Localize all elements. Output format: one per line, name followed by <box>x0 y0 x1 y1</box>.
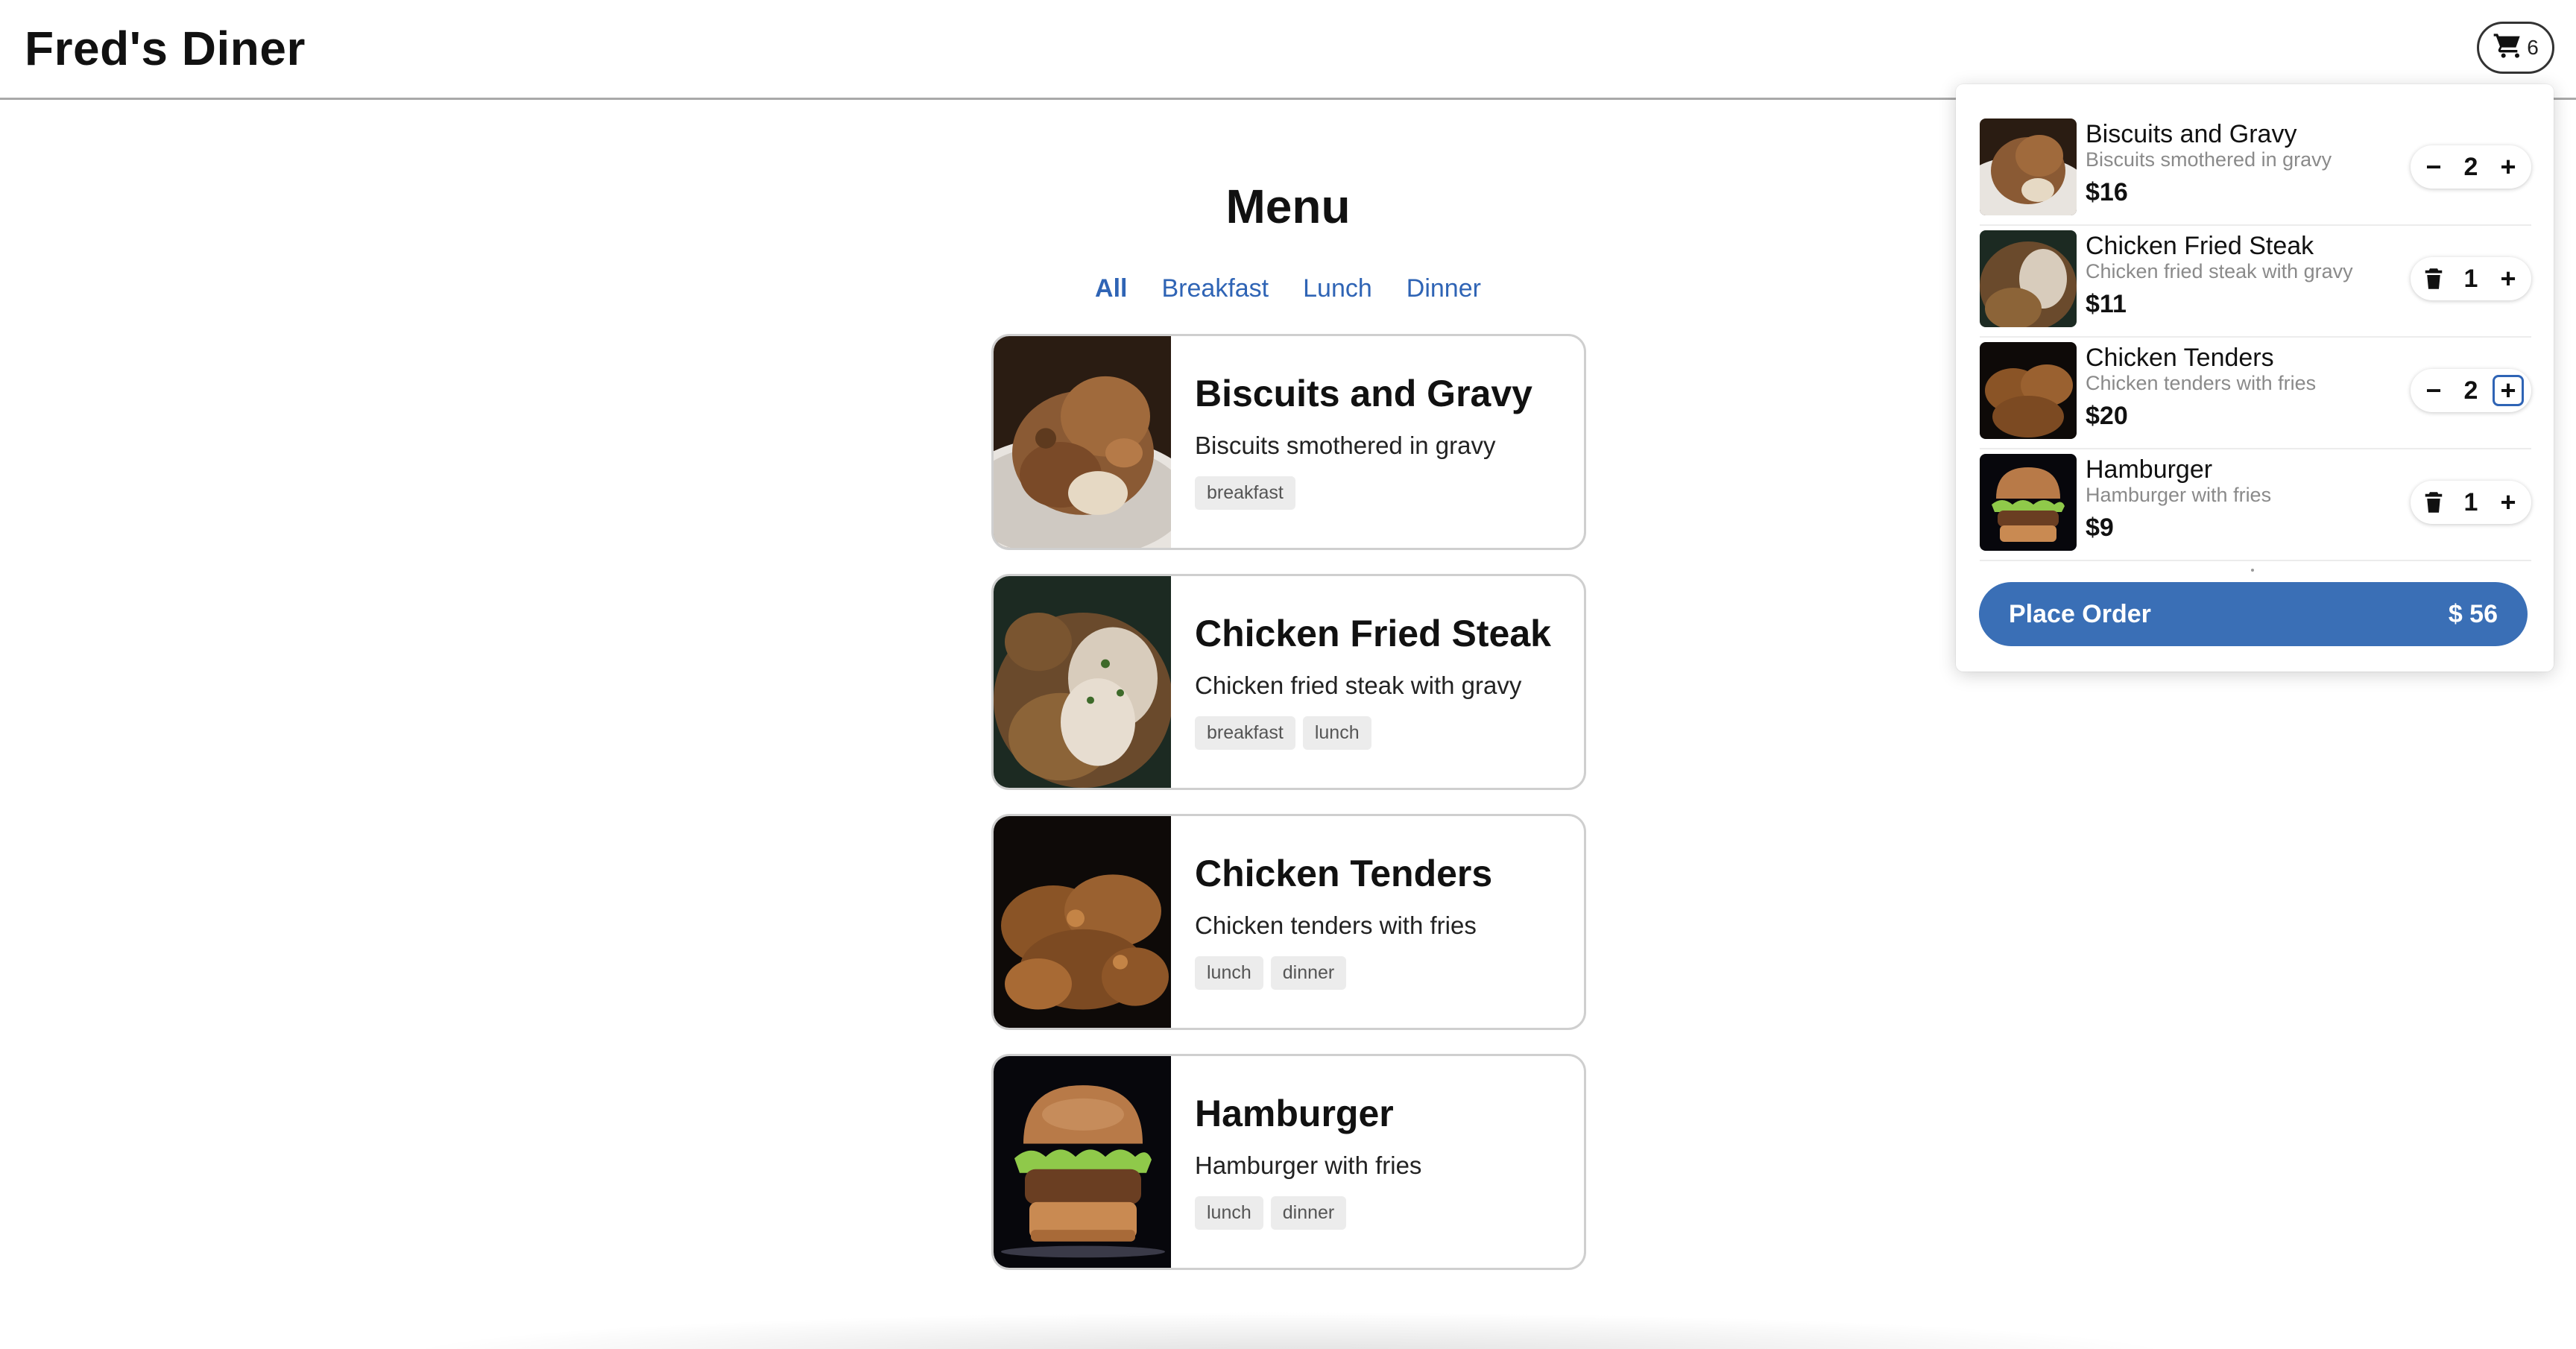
cart-item-chicken-tenders: Chicken Tenders Chicken tenders with fri… <box>1980 338 2531 449</box>
menu-list: Biscuits and Gravy Biscuits smothered in… <box>991 334 1586 1294</box>
cart-item-name: Hamburger <box>2086 455 2213 484</box>
menu-card-chicken-fried-steak[interactable]: Chicken Fried Steak Chicken fried steak … <box>991 574 1586 790</box>
card-description: Chicken fried steak with gravy <box>1195 672 1522 699</box>
hamburger-thumb <box>1980 454 2077 551</box>
card-title: Hamburger <box>1195 1093 1394 1134</box>
cart-item-price: $9 <box>2086 514 2114 542</box>
bottom-shadow <box>388 1312 2191 1349</box>
tag-lunch: lunch <box>1195 1196 1263 1230</box>
card-description: Hamburger with fries <box>1195 1151 1422 1179</box>
hamburger-photo <box>994 1056 1171 1268</box>
menu-card-chicken-tenders[interactable]: Chicken Tenders Chicken tenders with fri… <box>991 814 1586 1030</box>
quantity-stepper: − 2 + <box>2411 369 2531 412</box>
cart-count-badge: 6 <box>2527 36 2539 59</box>
quantity-value: 2 <box>2463 376 2478 405</box>
cart-item-name: Biscuits and Gravy <box>2086 120 2297 148</box>
cart-item-description: Hamburger with fries <box>2086 484 2272 506</box>
filter-lunch[interactable]: Lunch <box>1303 274 1372 303</box>
cart-item-description: Chicken fried steak with gravy <box>2086 260 2353 282</box>
biscuits-and-gravy-thumb <box>1980 119 2077 215</box>
plus-icon[interactable]: + <box>2493 151 2524 183</box>
filter-breakfast[interactable]: Breakfast <box>1162 274 1269 303</box>
cart-item-description: Chicken tenders with fries <box>2086 372 2317 394</box>
menu-card-hamburger[interactable]: Hamburger Hamburger with fries lunch din… <box>991 1054 1586 1270</box>
plus-icon[interactable]: + <box>2493 263 2524 294</box>
order-total: $ 56 <box>2448 599 2498 628</box>
quantity-stepper: 1 + <box>2411 257 2531 300</box>
brand-title: Fred's Diner <box>25 22 306 75</box>
trash-icon[interactable] <box>2418 263 2449 294</box>
biscuits-and-gravy-photo <box>994 336 1171 548</box>
cart-item-hamburger: Hamburger Hamburger with fries $9 1 + <box>1980 449 2531 561</box>
quantity-value: 1 <box>2463 487 2478 516</box>
chicken-fried-steak-thumb <box>1980 230 2077 327</box>
cart-item-biscuits-and-gravy: Biscuits and Gravy Biscuits smothered in… <box>1980 114 2531 226</box>
filter-dinner[interactable]: Dinner <box>1407 274 1481 303</box>
cart-icon <box>2493 31 2522 65</box>
quantity-stepper: 1 + <box>2411 481 2531 524</box>
place-order-label: Place Order <box>2009 599 2151 628</box>
cart-item-chicken-fried-steak: Chicken Fried Steak Chicken fried steak … <box>1980 226 2531 338</box>
place-order-button[interactable]: Place Order $ 56 <box>1979 582 2528 646</box>
page: Fred's Diner 6 Menu All Breakfast Lunch … <box>0 0 2576 1349</box>
quantity-value: 2 <box>2463 152 2478 181</box>
cart-item-price: $16 <box>2086 178 2128 206</box>
quantity-stepper: − 2 + <box>2411 145 2531 189</box>
card-title: Biscuits and Gravy <box>1195 373 1532 414</box>
cart-button[interactable]: 6 <box>2477 22 2554 74</box>
minus-icon[interactable]: − <box>2418 151 2449 183</box>
filter-all[interactable]: All <box>1095 274 1127 303</box>
cart-item-description: Biscuits smothered in gravy <box>2086 148 2332 171</box>
card-title: Chicken Fried Steak <box>1195 613 1551 654</box>
tag-breakfast: breakfast <box>1195 476 1295 510</box>
card-title: Chicken Tenders <box>1195 853 1493 894</box>
chicken-fried-steak-photo <box>994 576 1171 788</box>
chicken-tenders-thumb <box>1980 342 2077 439</box>
scroll-indicator <box>2251 569 2254 572</box>
menu-card-biscuits-and-gravy[interactable]: Biscuits and Gravy Biscuits smothered in… <box>991 334 1586 550</box>
card-description: Chicken tenders with fries <box>1195 912 1477 939</box>
cart-item-name: Chicken Tenders <box>2086 344 2274 372</box>
quantity-value: 1 <box>2463 264 2478 293</box>
tag-dinner: dinner <box>1270 956 1347 990</box>
trash-icon[interactable] <box>2418 487 2449 518</box>
tag-lunch: lunch <box>1195 956 1263 990</box>
chicken-tenders-photo <box>994 816 1171 1028</box>
cart-item-name: Chicken Fried Steak <box>2086 232 2314 260</box>
cart-item-price: $11 <box>2086 290 2127 318</box>
cart-item-price: $20 <box>2086 402 2128 430</box>
card-description: Biscuits smothered in gravy <box>1195 432 1496 459</box>
tag-lunch: lunch <box>1302 716 1371 750</box>
plus-icon[interactable]: + <box>2493 487 2524 518</box>
tag-dinner: dinner <box>1270 1196 1347 1230</box>
tag-breakfast: breakfast <box>1195 716 1295 750</box>
minus-icon[interactable]: − <box>2418 375 2449 406</box>
plus-icon[interactable]: + <box>2492 375 2524 406</box>
